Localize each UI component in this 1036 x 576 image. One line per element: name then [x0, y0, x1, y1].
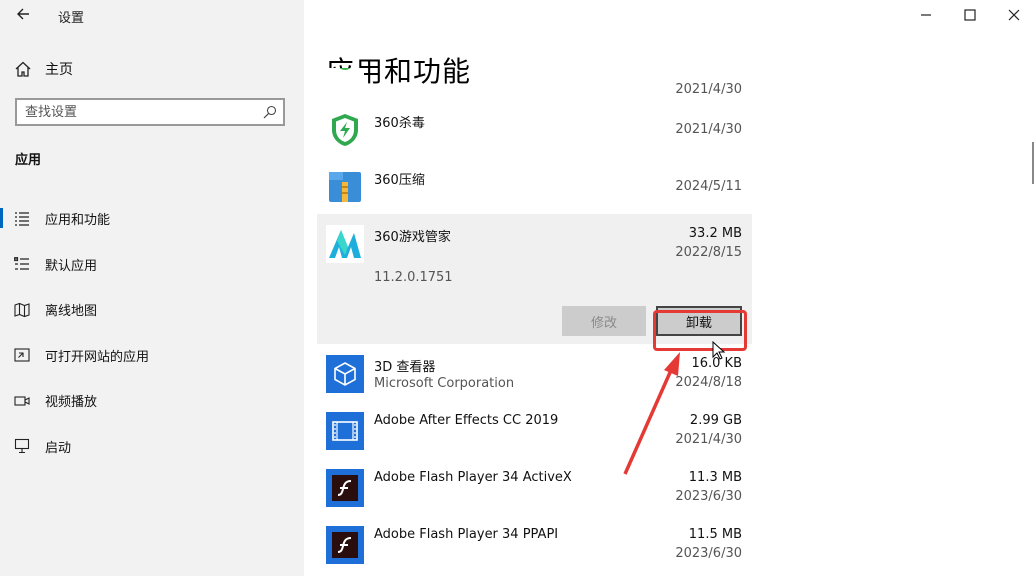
app-size: 11.3 MB: [688, 470, 742, 485]
apps-features-icon: [15, 212, 29, 226]
sidebar-item-label: 默认应用: [45, 258, 98, 274]
app-date: 2024/8/18: [675, 375, 742, 390]
app-size: 11.5 MB: [688, 527, 742, 542]
app-name: 360杀毒: [374, 116, 425, 131]
startup-icon: [14, 439, 30, 454]
app-size: 2.99 GB: [689, 413, 742, 428]
list-item[interactable]: 3D 查看器 Microsoft Corporation 16.0 KB 202…: [317, 344, 752, 401]
video-playback-icon: [14, 396, 30, 406]
window-controls: [904, 0, 1036, 30]
list-item[interactable]: Adobe After Effects CC 2019 2.99 GB 2021…: [317, 401, 752, 458]
app-name: 3D 查看器: [374, 360, 436, 375]
maximize-icon: [964, 9, 976, 21]
apps-for-websites-icon: [14, 348, 30, 362]
app-name: Adobe Flash Player 34 ActiveX: [374, 470, 572, 485]
sidebar-item-label: 可打开网站的应用: [45, 349, 150, 365]
back-button[interactable]: [14, 6, 32, 24]
app-name: 360压缩: [374, 173, 425, 188]
app-date: 2021/4/30: [675, 82, 742, 97]
shield-bolt-icon: [326, 111, 364, 149]
sidebar-item-apps-for-websites[interactable]: 可打开网站的应用: [0, 333, 304, 379]
app-version: 11.2.0.1751: [374, 270, 453, 285]
app-date: 2024/5/11: [675, 179, 742, 194]
app-date: 2022/8/15: [675, 245, 742, 260]
sidebar-item-label: 应用和功能: [45, 213, 111, 229]
sidebar-item-video-playback[interactable]: 视频播放: [0, 378, 304, 424]
close-icon: [1008, 9, 1020, 21]
back-arrow-icon: [17, 8, 29, 20]
list-item[interactable]: 360压缩 2024/5/11: [317, 157, 752, 214]
sidebar: 设置 主页 应用 应用和功能 默认应用: [0, 0, 304, 576]
sidebar-item-label: 视频播放: [45, 395, 98, 411]
game-manager-icon: [326, 225, 364, 263]
minimize-icon: [921, 14, 931, 16]
app-name: 360游戏管家: [374, 230, 451, 245]
sidebar-item-startup[interactable]: 启动: [0, 424, 304, 470]
app-date: 2023/6/30: [675, 546, 742, 561]
sidebar-item-default-apps[interactable]: 默认应用: [0, 242, 304, 288]
modify-button[interactable]: 修改: [562, 306, 646, 336]
search-icon[interactable]: [263, 105, 277, 119]
scrollbar[interactable]: [1032, 142, 1034, 184]
close-button[interactable]: [992, 0, 1036, 30]
sidebar-item-label: 主页: [45, 62, 73, 78]
highlight-box: [653, 310, 747, 351]
window-title: 设置: [58, 11, 85, 26]
list-item[interactable]: Adobe Flash Player 34 ActiveX 11.3 MB 20…: [317, 458, 752, 515]
flash-icon: [326, 469, 364, 507]
list-item[interactable]: 360杀毒 2021/4/30: [317, 100, 752, 157]
sidebar-item-apps-features[interactable]: 应用和功能: [0, 196, 304, 242]
sidebar-item-label: 离线地图: [45, 304, 98, 320]
app-date: 2023/6/30: [675, 489, 742, 504]
filmstrip-icon: [326, 412, 364, 450]
green-app-icon: [326, 68, 364, 98]
cube-icon: [326, 355, 364, 393]
mouse-cursor-icon: [712, 341, 726, 360]
offline-maps-icon: [14, 302, 30, 317]
app-date: 2021/4/30: [675, 432, 742, 447]
default-apps-icon: [14, 257, 29, 270]
search-box[interactable]: [15, 98, 285, 126]
app-name: Adobe After Effects CC 2019: [374, 413, 559, 428]
archive-icon: [326, 168, 364, 206]
flash-icon: [326, 526, 364, 564]
app-name: Adobe Flash Player 34 PPAPI: [374, 527, 559, 542]
sidebar-nav: 应用和功能 默认应用 离线地图 可打开网站的应用 视频播放 启动: [0, 196, 304, 469]
list-item[interactable]: 2021/4/30: [317, 68, 752, 100]
app-date: 2021/4/30: [675, 122, 742, 137]
sidebar-item-label: 启动: [45, 440, 72, 456]
minimize-button[interactable]: [904, 0, 948, 30]
sidebar-item-home[interactable]: 主页: [14, 58, 73, 80]
section-label: 应用: [15, 153, 42, 168]
home-icon: [15, 61, 31, 77]
search-input[interactable]: [25, 103, 255, 121]
maximize-button[interactable]: [948, 0, 992, 30]
app-size: 33.2 MB: [688, 226, 742, 241]
sidebar-item-offline-maps[interactable]: 离线地图: [0, 287, 304, 333]
app-publisher: Microsoft Corporation: [374, 376, 515, 391]
list-item[interactable]: Adobe Flash Player 34 PPAPI 11.5 MB 2023…: [317, 515, 752, 572]
